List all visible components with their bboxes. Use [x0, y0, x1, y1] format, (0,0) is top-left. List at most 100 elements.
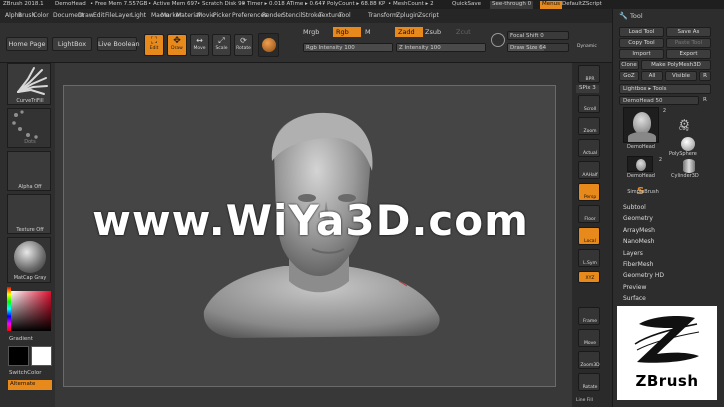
goz-r-button[interactable]: R — [699, 71, 711, 81]
rotate-view-button[interactable]: Rotate — [578, 373, 600, 391]
brush-picker[interactable]: CurveTriFill — [7, 63, 51, 105]
main-color-swatch[interactable] — [8, 346, 29, 366]
persp-button[interactable]: Persp — [578, 183, 600, 201]
color-picker[interactable] — [7, 287, 51, 335]
rotate-button[interactable]: ⟳ Rotate — [234, 34, 253, 56]
zoom3d-button[interactable]: Zoom3D — [578, 351, 600, 369]
m-button[interactable]: M — [365, 29, 371, 36]
subpalette-layers[interactable]: Layers — [623, 250, 643, 257]
tool-thumb-cylinder3d[interactable] — [683, 159, 695, 173]
spix-slider[interactable]: SPix 3 — [576, 85, 599, 93]
home-page-button[interactable]: Home Page — [6, 37, 48, 51]
goz-all-button[interactable]: All — [641, 71, 663, 81]
menu-tool[interactable]: Tool — [339, 12, 351, 19]
secondary-color-swatch[interactable] — [31, 346, 52, 366]
default-zscript-button[interactable]: DefaultZScript — [562, 1, 602, 8]
import-button[interactable]: Import — [619, 49, 664, 59]
load-tool-button[interactable]: Load Tool — [619, 27, 664, 37]
gradient-button[interactable]: Gradient — [9, 336, 33, 343]
save-as-button[interactable]: Save As — [666, 27, 711, 37]
switchcolor-button[interactable]: SwitchColor — [9, 370, 42, 377]
move-button[interactable]: ↔ Move — [190, 34, 209, 56]
menus-button[interactable]: Menus — [540, 1, 562, 9]
xyz-button[interactable]: XYZ — [578, 271, 600, 283]
floor-button[interactable]: Floor — [578, 205, 600, 223]
material-picker[interactable]: MatCap Gray — [7, 237, 51, 283]
goz-button[interactable]: GoZ — [619, 71, 639, 81]
subpalette-subtool[interactable]: Subtool — [623, 204, 646, 211]
tool-thumb-cog[interactable]: ⚙ — [679, 113, 697, 131]
mrgb-button[interactable]: Mrgb — [303, 29, 319, 36]
bpr-button[interactable]: BPR — [578, 65, 600, 83]
menu-picker[interactable]: Picker — [213, 12, 231, 19]
current-tool-slider[interactable]: DemoHead 50 — [619, 96, 699, 105]
rgb-button[interactable]: Rgb — [333, 27, 361, 37]
alpha-picker[interactable]: Alpha Off — [7, 151, 51, 191]
menu-edit[interactable]: Edit — [93, 12, 105, 19]
zoom-button[interactable]: Zoom — [578, 117, 600, 135]
edit-button[interactable]: ⛶ Edit — [144, 34, 164, 56]
frame-button[interactable]: Frame — [578, 307, 600, 325]
export-button[interactable]: Export — [666, 49, 711, 59]
menu-color[interactable]: Color — [33, 12, 49, 19]
menu-file[interactable]: File — [105, 12, 115, 19]
paste-tool-button[interactable]: Paste Tool — [666, 38, 711, 48]
scroll-button[interactable]: Scroll — [578, 95, 600, 113]
color-square[interactable] — [11, 291, 51, 331]
hue-strip[interactable] — [7, 287, 11, 331]
live-boolean-button[interactable]: Live Boolean — [97, 37, 140, 51]
menu-zscript[interactable]: Zscript — [418, 12, 439, 19]
lightbox-button[interactable]: LightBox — [52, 37, 92, 51]
line-fill-button[interactable]: Line Fill — [576, 398, 593, 404]
goz-visible-button[interactable]: Visible — [665, 71, 697, 81]
tool-thumb-polysphere[interactable] — [681, 137, 695, 151]
stroke-picker[interactable]: Dots — [7, 108, 51, 148]
menu-zplugin[interactable]: Zplugin — [396, 12, 419, 19]
draw-button[interactable]: ✥ Draw — [167, 34, 187, 56]
document-viewport[interactable]: www.WiYa3D.com — [63, 85, 556, 387]
clone-button[interactable]: Clone — [619, 60, 639, 70]
subpalette-geometry[interactable]: Geometry — [623, 215, 653, 222]
lightbox-tools-button[interactable]: Lightbox ▸ Tools — [619, 84, 711, 94]
material-sphere-button[interactable] — [258, 33, 279, 57]
alternate-button[interactable]: Alternate — [8, 380, 52, 390]
aahalf-button[interactable]: AAHalf — [578, 161, 600, 179]
rgb-intensity-slider[interactable]: Rgb Intensity 100 — [303, 43, 393, 52]
menu-light[interactable]: Light — [131, 12, 146, 19]
make-polymesh3d-button[interactable]: Make PolyMesh3D — [641, 60, 711, 70]
focal-shift-slider[interactable]: Focal Shift 0 — [507, 31, 569, 40]
menu-draw[interactable]: Draw — [78, 12, 94, 19]
zsub-button[interactable]: Zsub — [425, 29, 441, 36]
subpalette-fibermesh[interactable]: FiberMesh — [623, 261, 653, 268]
menu-layer[interactable]: Layer — [115, 12, 132, 19]
actual-button[interactable]: Actual — [578, 139, 600, 157]
quicksave-button[interactable]: QuickSave — [452, 1, 481, 8]
draw-size-slider[interactable]: Draw Size 64 — [507, 43, 569, 52]
left-shelf: CurveTriFill Dots Alpha Off Texture Off … — [0, 63, 55, 407]
subpalette-surface[interactable]: Surface — [623, 295, 646, 302]
subpalette-geometry-hd[interactable]: Geometry HD — [623, 272, 664, 279]
title-bar: ZBrush 2018.1 DemoHead • Free Mem 7.557G… — [0, 0, 724, 9]
lsym-button[interactable]: L.Sym — [578, 249, 600, 267]
z-intensity-slider[interactable]: Z Intensity 100 — [396, 43, 486, 52]
dynamic-button[interactable]: Dynamic — [577, 44, 597, 50]
zadd-button[interactable]: Zadd — [395, 27, 423, 37]
menu-stencil[interactable]: Stencil — [282, 12, 302, 19]
copy-tool-button[interactable]: Copy Tool — [619, 38, 664, 48]
tool-thumb-demohead[interactable]: 2 — [623, 107, 666, 143]
menu-transform[interactable]: Transform — [368, 12, 398, 19]
zcut-button[interactable]: Zcut — [456, 29, 471, 36]
subpalette-nanomesh[interactable]: NanoMesh — [623, 238, 654, 245]
scale-button[interactable]: ⤢ Scale — [212, 34, 231, 56]
subpalette-arraymesh[interactable]: ArrayMesh — [623, 227, 655, 234]
tool-thumb-demohead-2[interactable]: 2 — [627, 156, 662, 172]
current-tool-r-button[interactable]: R — [703, 97, 707, 104]
see-through-slider[interactable]: See-through 0 — [490, 1, 534, 9]
local-button[interactable]: Local — [578, 227, 600, 245]
move-view-button[interactable]: Move — [578, 329, 600, 347]
menu-texture[interactable]: Texture — [319, 12, 341, 19]
texture-picker[interactable]: Texture Off — [7, 194, 51, 234]
brush-size-icon — [491, 33, 505, 47]
menu-render[interactable]: Render — [262, 12, 283, 19]
subpalette-preview[interactable]: Preview — [623, 284, 646, 291]
